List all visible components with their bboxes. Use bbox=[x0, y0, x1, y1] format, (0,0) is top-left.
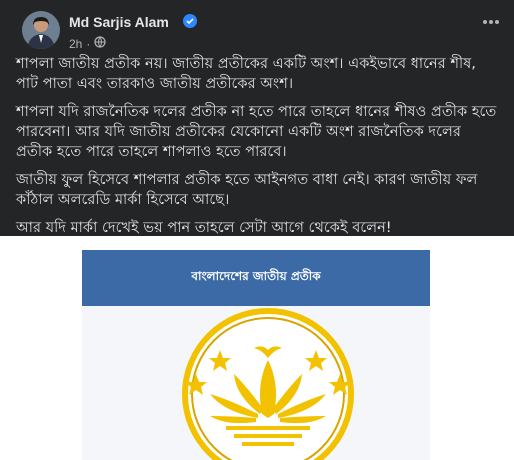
image-card: বাংলাদেশের জাতীয় প্রতীক bbox=[82, 250, 430, 460]
post-text: শাপলা জাতীয় প্রতীক নয়। জাতীয় প্রতীকের… bbox=[16, 54, 498, 246]
author-name[interactable]: Md Sarjis Alam bbox=[69, 14, 169, 30]
post-header: Md Sarjis Alam 2h · bbox=[14, 6, 504, 52]
verified-badge-icon bbox=[183, 14, 197, 28]
avatar-photo-icon bbox=[22, 11, 60, 49]
post-paragraph: শাপলা জাতীয় প্রতীক নয়। জাতীয় প্রতীকের… bbox=[16, 55, 476, 92]
national-emblem-icon bbox=[182, 308, 354, 460]
post-time[interactable]: 2h bbox=[69, 37, 82, 51]
post-paragraph: আর যদি মার্কা দেখেই ভয় পান তাহলে সেটা আ… bbox=[16, 219, 392, 236]
meta-separator: · bbox=[86, 36, 91, 51]
facebook-post: Md Sarjis Alam 2h · শাপলা জাতীয় প্রতীক … bbox=[0, 0, 514, 460]
post-paragraph: শাপলা যদি রাজনৈতিক দলের প্রতীক না হতে পা… bbox=[16, 103, 497, 160]
more-options-icon[interactable] bbox=[482, 10, 500, 29]
post-paragraph: জাতীয় ফুল হিসেবে শাপলার প্রতীক হতে আইনগ… bbox=[16, 171, 478, 208]
author-avatar[interactable] bbox=[22, 11, 60, 49]
post-meta: 2h · bbox=[69, 36, 106, 51]
post-image[interactable]: বাংলাদেশের জাতীয় প্রতীক bbox=[0, 236, 514, 460]
globe-icon[interactable] bbox=[94, 36, 106, 51]
